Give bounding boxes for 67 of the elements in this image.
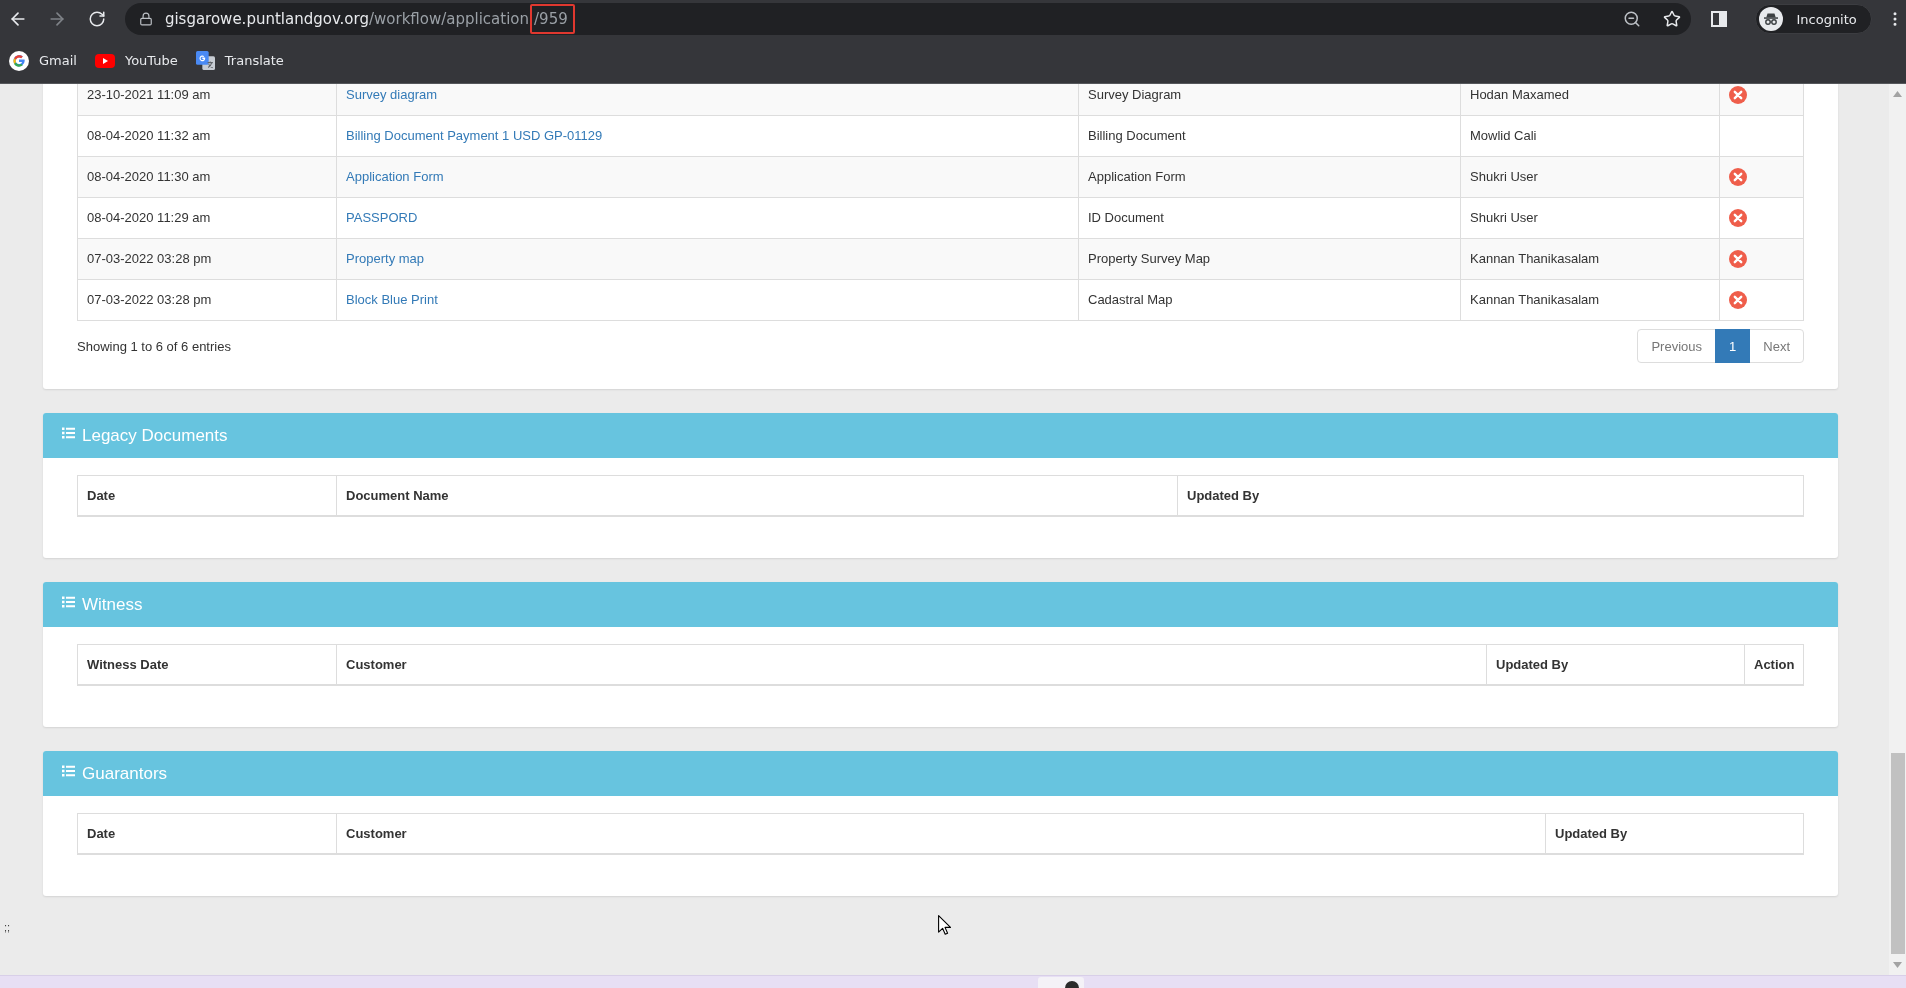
table-cell: 23-10-2021 11:09 am	[77, 84, 337, 116]
reload-icon[interactable]	[88, 10, 107, 28]
list-icon	[62, 596, 75, 608]
column-header: Customer	[336, 813, 1546, 854]
document-link[interactable]: Application Form	[346, 169, 444, 184]
delete-icon[interactable]	[1729, 291, 1747, 309]
profile-button[interactable]: Incognito	[1755, 4, 1873, 34]
google-icon	[9, 50, 29, 71]
taskbar-icon[interactable]	[1038, 976, 1084, 988]
document-link[interactable]: PASSPORD	[346, 210, 418, 225]
delete-icon[interactable]	[1729, 168, 1747, 186]
column-header: Updated By	[1177, 475, 1804, 516]
delete-icon[interactable]	[1729, 86, 1747, 104]
table-cell: Kannan Thanikasalam	[1460, 238, 1720, 280]
panel-title: Guarantors	[82, 763, 168, 784]
table-cell: Shukri User	[1460, 197, 1720, 239]
document-link[interactable]: Survey diagram	[346, 87, 438, 102]
lock-icon	[138, 12, 153, 26]
column-header: Action	[1744, 644, 1804, 685]
column-header: Date	[77, 475, 337, 516]
url-text: gisgarowe.puntlandgov.org/workflow/application /959	[164, 4, 575, 34]
column-header: Witness Date	[77, 644, 337, 685]
table-cell: Survey Diagram	[1078, 84, 1461, 116]
video-play-icon	[94, 53, 115, 68]
table-cell: Mowlid Cali	[1460, 115, 1720, 157]
translate-icon	[195, 51, 215, 70]
column-header: Updated By	[1486, 644, 1745, 685]
table-cell: ID Document	[1078, 197, 1461, 239]
entries-info: Showing 1 to 6 of 6 entries	[77, 338, 231, 354]
table-cell: 07-03-2022 03:28 pm	[77, 238, 337, 280]
page-button[interactable]: 1	[1715, 329, 1751, 363]
table-cell: Billing Document	[1078, 115, 1461, 157]
cursor-icon	[938, 915, 951, 935]
profile-label: Incognito	[1796, 11, 1857, 27]
caret-down-icon[interactable]	[1893, 962, 1902, 968]
panel-title: Legacy Documents	[82, 425, 228, 446]
table-cell: Property Survey Map	[1078, 238, 1461, 280]
bookmark[interactable]: Gmail	[0, 46, 86, 75]
column-header: Customer	[336, 644, 1487, 685]
document-link[interactable]: Block Blue Print	[346, 292, 438, 307]
table-cell: Kannan Thanikasalam	[1460, 279, 1720, 321]
column-header: Date	[77, 813, 337, 854]
table-cell: 08-04-2020 11:29 am	[77, 197, 337, 239]
list-icon	[62, 765, 75, 777]
delete-icon[interactable]	[1729, 250, 1747, 268]
caret-up-icon[interactable]	[1893, 91, 1902, 97]
corner-text: ;;	[4, 920, 11, 934]
panel-title: Witness	[82, 594, 143, 615]
table-cell: 08-04-2020 11:30 am	[77, 156, 337, 198]
scrollbar[interactable]	[1889, 84, 1906, 975]
scrollbar-thumb[interactable]	[1890, 753, 1905, 954]
column-header: Updated By	[1545, 813, 1804, 854]
bookmark[interactable]: YouTube	[85, 46, 187, 75]
incognito-icon	[1759, 7, 1784, 31]
table-cell: Cadastral Map	[1078, 279, 1461, 321]
table-cell: Application Form	[1078, 156, 1461, 198]
column-header: Document Name	[336, 475, 1178, 516]
bookmark[interactable]: Translate	[186, 46, 293, 75]
delete-icon[interactable]	[1729, 209, 1747, 227]
table-cell: Hodan Maxamed	[1460, 84, 1720, 116]
address-bar[interactable]: gisgarowe.puntlandgov.org/workflow/application /959	[124, 3, 1691, 35]
document-link[interactable]: Billing Document Payment 1 USD GP-01129	[346, 128, 603, 143]
list-icon	[62, 427, 75, 439]
table-cell: 08-04-2020 11:32 am	[77, 115, 337, 157]
table-cell: Shukri User	[1460, 156, 1720, 198]
table-cell: 07-03-2022 03:28 pm	[77, 279, 337, 321]
document-link[interactable]: Property map	[346, 251, 425, 266]
